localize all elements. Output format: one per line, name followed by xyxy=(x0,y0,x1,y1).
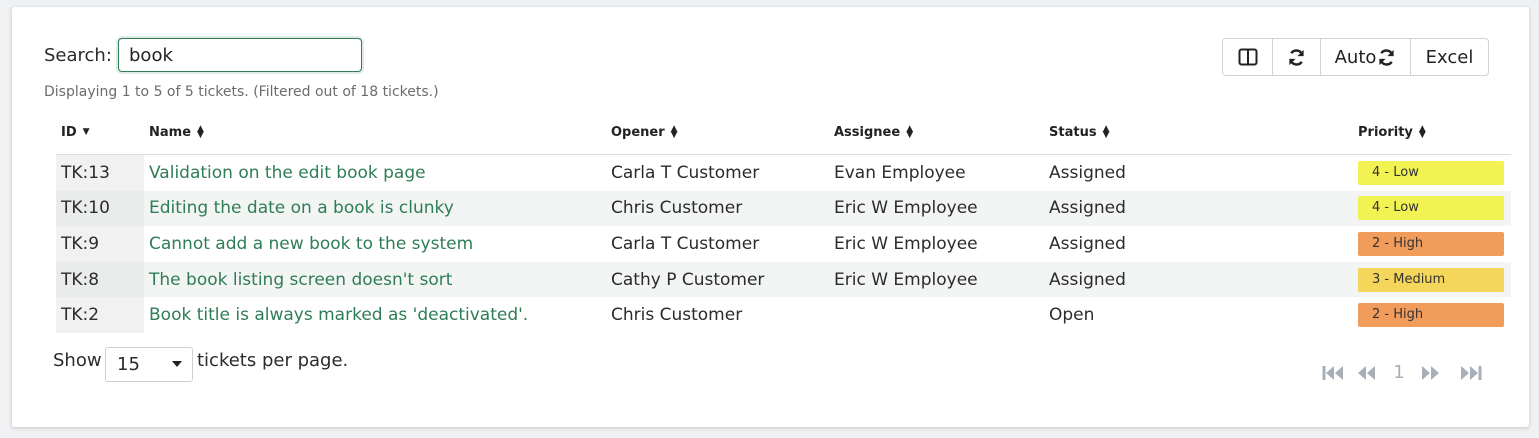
ticket-status: Open xyxy=(1049,305,1095,326)
column-header-label: Opener xyxy=(611,124,665,140)
ticket-assignee: Eric W Employee xyxy=(829,190,1044,227)
auto-refresh-label: Auto xyxy=(1334,46,1377,68)
sort-icon: ▲ ▼ xyxy=(906,124,914,140)
ticket-id: TK:9 xyxy=(56,226,144,262)
ticket-name-link[interactable]: Editing the date on a book is clunky xyxy=(149,198,454,218)
table-row: TK:8 The book listing screen doesn't sor… xyxy=(56,261,1511,298)
ticket-id: TK:13 xyxy=(56,154,144,191)
sort-icon: ▲ ▼ xyxy=(197,124,204,140)
per-page-value: 15 xyxy=(117,354,140,375)
columns-button[interactable] xyxy=(1223,39,1273,75)
table-toolbar: Auto Excel xyxy=(1222,38,1489,76)
ticket-name-link[interactable]: Cannot add a new book to the system xyxy=(149,234,473,254)
refresh-icon xyxy=(1287,48,1306,67)
ticket-name-link[interactable]: Book title is always marked as 'deactiva… xyxy=(149,305,528,325)
table-header-row: ID ▼ Name ▲ ▼ Opener ▲ ▼ Assignee ▲ ▼ Status ▲ ▼ … xyxy=(56,110,1511,155)
columns-icon xyxy=(1238,48,1258,66)
ticket-opener: Carla T Customer xyxy=(611,162,760,183)
search-label: Search: xyxy=(44,45,112,66)
column-header-status[interactable]: Status ▲ ▼ xyxy=(1044,110,1353,155)
show-label: Show xyxy=(53,350,102,371)
refresh-icon xyxy=(1377,48,1396,67)
caret-down-icon xyxy=(172,361,182,367)
ticket-status: Assigned xyxy=(1044,190,1353,227)
ticket-id: TK:2 xyxy=(56,297,144,333)
ticket-assignee: Eric W Employee xyxy=(834,233,978,254)
priority-badge: 4 - Low xyxy=(1358,160,1504,185)
priority-badge: 3 - Medium xyxy=(1358,267,1504,292)
excel-export-button[interactable]: Excel xyxy=(1411,39,1488,75)
ticket-opener: Cathy P Customer xyxy=(606,261,829,298)
column-header-id[interactable]: ID ▼ xyxy=(56,110,144,155)
search-input[interactable] xyxy=(118,38,362,72)
ticket-name-link[interactable]: Validation on the edit book page xyxy=(149,163,426,183)
ticket-assignee xyxy=(829,297,1044,333)
ticket-id: TK:10 xyxy=(56,190,144,227)
priority-badge: 4 - Low xyxy=(1358,196,1504,221)
column-header-priority[interactable]: Priority ▲ ▼ xyxy=(1353,110,1511,155)
sort-icon: ▲ ▼ xyxy=(670,124,678,140)
column-header-label: Assignee xyxy=(834,124,901,140)
priority-badge: 2 - High xyxy=(1358,231,1504,256)
priority-badge: 2 - High xyxy=(1358,303,1504,328)
sort-icon: ▲ ▼ xyxy=(1418,124,1426,140)
column-header-label: ID xyxy=(61,124,77,140)
column-header-label: Priority xyxy=(1358,124,1413,140)
column-header-assignee[interactable]: Assignee ▲ ▼ xyxy=(829,110,1044,155)
table-row: TK:13 Validation on the edit book page C… xyxy=(56,154,1511,191)
column-header-label: Name xyxy=(149,124,192,140)
first-page-icon[interactable] xyxy=(1320,365,1345,381)
ticket-id: TK:8 xyxy=(56,261,144,298)
pagination: 1 xyxy=(1320,362,1491,383)
ticket-name-link[interactable]: The book listing screen doesn't sort xyxy=(149,270,452,290)
column-header-label: Status xyxy=(1049,124,1097,140)
tickets-table: ID ▼ Name ▲ ▼ Opener ▲ ▼ Assignee ▲ ▼ Status ▲ ▼ … xyxy=(56,110,1511,333)
table-row: TK:9 Cannot add a new book to the system… xyxy=(56,226,1511,262)
column-header-opener[interactable]: Opener ▲ ▼ xyxy=(606,110,829,155)
ticket-status: Assigned xyxy=(1049,162,1126,183)
previous-page-icon[interactable] xyxy=(1345,365,1387,381)
table-row: TK:10 Editing the date on a book is clun… xyxy=(56,190,1511,227)
ticket-opener: Carla T Customer xyxy=(611,233,760,254)
ticket-status: Assigned xyxy=(1044,261,1353,298)
tickets-panel: Search: Displaying 1 to 5 of 5 tickets. … xyxy=(12,7,1529,427)
ticket-opener: Chris Customer xyxy=(611,305,743,326)
column-header-name[interactable]: Name ▲ ▼ xyxy=(144,110,606,155)
per-page-label: tickets per page. xyxy=(197,350,349,371)
ticket-status: Assigned xyxy=(1049,233,1126,254)
ticket-assignee: Eric W Employee xyxy=(829,261,1044,298)
auto-refresh-button[interactable]: Auto xyxy=(1321,39,1411,75)
refresh-button[interactable] xyxy=(1273,39,1321,75)
ticket-opener: Chris Customer xyxy=(606,190,829,227)
results-info: Displaying 1 to 5 of 5 tickets. (Filtere… xyxy=(44,84,439,100)
sort-desc-icon: ▼ xyxy=(82,127,90,137)
ticket-assignee: Evan Employee xyxy=(834,162,966,183)
current-page-number[interactable]: 1 xyxy=(1387,362,1411,383)
table-row: TK:2 Book title is always marked as 'dea… xyxy=(56,297,1511,333)
last-page-icon[interactable] xyxy=(1451,365,1491,381)
next-page-icon[interactable] xyxy=(1411,365,1451,381)
per-page-select[interactable]: 15 xyxy=(105,347,193,382)
sort-icon: ▲ ▼ xyxy=(1102,124,1110,140)
